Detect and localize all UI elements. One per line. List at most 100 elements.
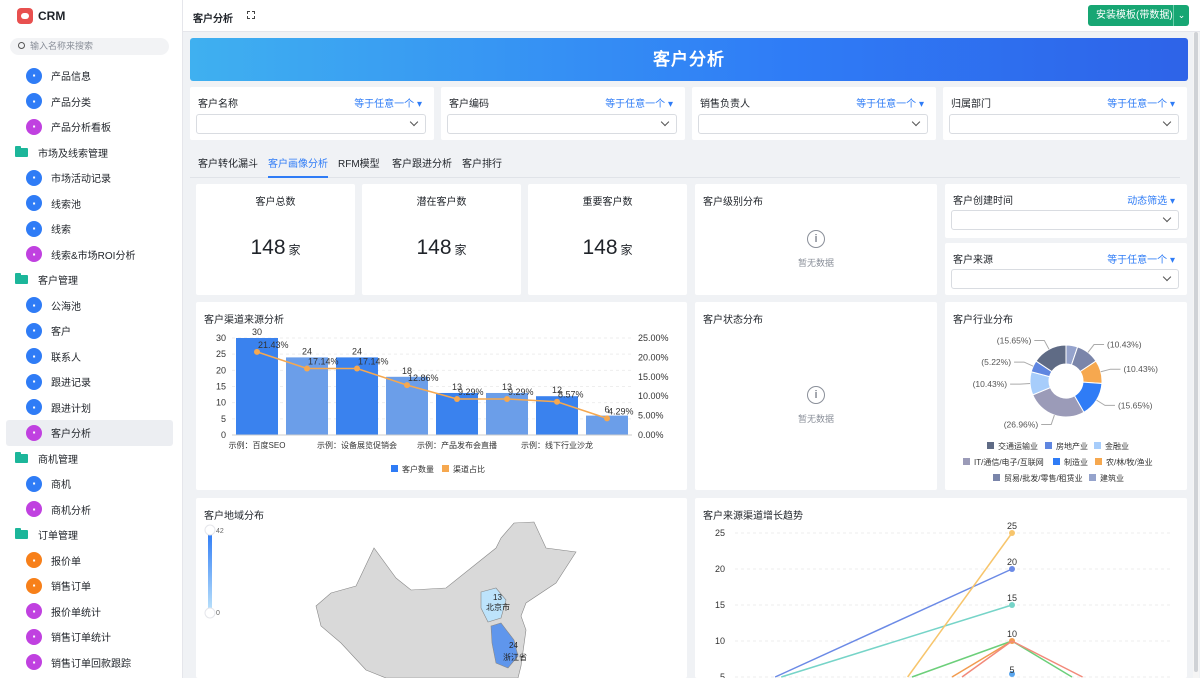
map-label-value: 24 (509, 641, 518, 650)
filter-label: 客户来源 (953, 255, 993, 266)
tab-customer-profile[interactable]: 客户画像分析 (268, 155, 328, 178)
filter-operator[interactable]: 等于任意一个 ▾ (354, 95, 422, 110)
visual-map-bar[interactable] (208, 532, 212, 612)
tab-bar: 客户转化漏斗 客户画像分析 RFM模型 客户跟进分析 客户排行 (190, 148, 1180, 178)
slice-label: (5.22%) (981, 357, 1011, 367)
sidebar-item[interactable]: 订单管理 (0, 522, 182, 548)
status-distribution-card: 客户状态分布 i 暂无数据 (695, 302, 937, 490)
sidebar-item-label: 产品分析看板 (51, 123, 111, 135)
y-tick-label: 10 (216, 398, 226, 408)
filter-operator[interactable]: 等于任意一个 ▾ (1107, 251, 1175, 266)
point-label: 20 (1007, 557, 1017, 567)
legend-label: 贸易/批发/零售/租赁业 (1004, 473, 1083, 483)
stat-value: 148 家 (582, 236, 633, 259)
sidebar-item[interactable]: ▪ 市场活动记录 (0, 165, 182, 191)
sidebar-item[interactable]: ▪ 跟进计划 (0, 395, 182, 421)
sidebar-item[interactable]: ▪ 销售订单回款跟踪 (0, 650, 182, 676)
map-label-name: 浙江省 (503, 652, 527, 662)
sidebar-item[interactable]: ▪ 销售订单 (0, 573, 182, 599)
filter-select[interactable] (951, 210, 1179, 230)
filter-select[interactable] (698, 114, 928, 134)
search-placeholder: 输入名称来搜索 (30, 41, 94, 51)
visual-map-handle-max[interactable] (204, 524, 216, 536)
point-label: 25 (1007, 521, 1017, 531)
filter-select[interactable] (951, 269, 1179, 289)
filter-select[interactable] (196, 114, 426, 134)
legend-swatch (963, 458, 970, 465)
filter-select[interactable] (447, 114, 677, 134)
map-label-value: 13 (493, 593, 502, 602)
sidebar-item[interactable]: ▪ 联系人 (0, 344, 182, 370)
sidebar-item-label: 公海池 (51, 301, 81, 313)
sidebar-item[interactable]: ▪ 客户分析 (6, 420, 173, 446)
sidebar-item[interactable]: ▪ 产品分类 (0, 89, 182, 115)
order-icon: ▪ (26, 577, 42, 594)
contact-icon: ▪ (26, 348, 42, 365)
sidebar-item-label: 商机分析 (51, 505, 91, 517)
series-line (961, 640, 1013, 678)
y2-tick-label: 0.00% (638, 430, 664, 440)
tab-customer-ranking[interactable]: 客户排行 (462, 155, 502, 178)
label-line (1087, 344, 1105, 353)
sidebar-search-input[interactable]: 输入名称来搜索 (10, 38, 169, 55)
sidebar-item[interactable]: ▪ 线索&市场ROI分析 (0, 242, 182, 268)
legend-swatch (391, 465, 398, 472)
scrollbar[interactable] (1193, 32, 1199, 678)
sidebar-item[interactable]: ▪ 跟进记录 (0, 369, 182, 395)
dashboard-icon: ▪ (26, 424, 42, 441)
scrollbar-thumb[interactable] (1194, 32, 1198, 672)
install-template-button[interactable]: 安装模板(带数据) ⌄ (1088, 5, 1189, 26)
sidebar-item[interactable]: ▪ 报价单 (0, 548, 182, 574)
sidebar-item[interactable]: ▪ 产品信息 (0, 63, 182, 89)
sidebar-item[interactable]: ▪ 产品分析看板 (0, 114, 182, 140)
sidebar-item[interactable]: ▪ 线索 (0, 216, 182, 242)
sidebar-item[interactable]: 客户管理 (0, 267, 182, 293)
ratio-label: 17.14% (358, 356, 389, 366)
visual-map-handle-min[interactable] (204, 607, 216, 619)
document-icon: ▪ (26, 399, 42, 416)
sidebar-item[interactable]: ▪ 销售订单统计 (0, 624, 182, 650)
sidebar-item-label: 订单管理 (38, 531, 78, 543)
filter-select[interactable] (949, 114, 1179, 134)
y-tick-label: 15 (216, 382, 226, 392)
bar-value-label: 30 (252, 327, 262, 337)
filter-operator[interactable]: 等于任意一个 ▾ (1107, 95, 1175, 110)
sidebar-item[interactable]: 市场及线索管理 (0, 140, 182, 166)
chevron-down-icon[interactable]: ⌄ (1173, 5, 1189, 26)
sidebar-item[interactable]: ▪ 商机分析 (0, 497, 182, 523)
slice-label: (26.96%) (1004, 420, 1039, 430)
sidebar-item[interactable]: ▪ 报价单统计 (0, 599, 182, 625)
label-line (1034, 339, 1050, 350)
sidebar-item[interactable]: ▪ 客户 (0, 318, 182, 344)
sidebar-item[interactable]: ▪ 公海池 (0, 293, 182, 319)
filter-operator[interactable]: 等于任意一个 ▾ (856, 95, 924, 110)
level-distribution-card: 客户级别分布 i 暂无数据 (695, 184, 937, 295)
sidebar-item-label: 销售订单 (51, 582, 91, 594)
banner-title: 客户分析 (190, 38, 1188, 81)
y2-tick-label: 15.00% (638, 372, 669, 382)
stat-title: 重要客户数 (582, 197, 633, 208)
tab-rfm[interactable]: RFM模型 (338, 155, 380, 178)
filter-operator[interactable]: 等于任意一个 ▾ (605, 95, 673, 110)
page-title: 客户分析 (193, 14, 233, 25)
document-icon: ▪ (26, 169, 42, 186)
region-map-card: 客户地域分布 42 0 13 北京市 24 浙江省 (196, 498, 687, 678)
slice-label: (10.43%) (1107, 340, 1142, 350)
sidebar-item[interactable]: 商机管理 (0, 446, 182, 472)
legend-swatch (1053, 458, 1060, 465)
visual-map-max-label: 42 (216, 528, 224, 535)
tab-followup-analysis[interactable]: 客户跟进分析 (392, 155, 452, 178)
dashboard-icon: ▪ (26, 118, 42, 135)
y-tick-label: 25 (216, 349, 226, 359)
fullscreen-icon[interactable] (247, 11, 255, 19)
filter-operator[interactable]: 动态筛选 ▾ (1127, 192, 1175, 207)
label-line (1041, 414, 1055, 426)
sidebar-item[interactable]: ▪ 商机 (0, 471, 182, 497)
tab-conversion-funnel[interactable]: 客户转化漏斗 (198, 155, 258, 178)
sidebar-item-label: 市场活动记录 (51, 174, 111, 186)
bar-value-label: 24 (352, 346, 362, 356)
sidebar-item[interactable]: ▪ 线索池 (0, 191, 182, 217)
filter-customer-source: 客户来源 等于任意一个 ▾ (945, 243, 1187, 295)
legend-swatch (1095, 458, 1102, 465)
stat-title: 客户总数 (255, 197, 296, 208)
